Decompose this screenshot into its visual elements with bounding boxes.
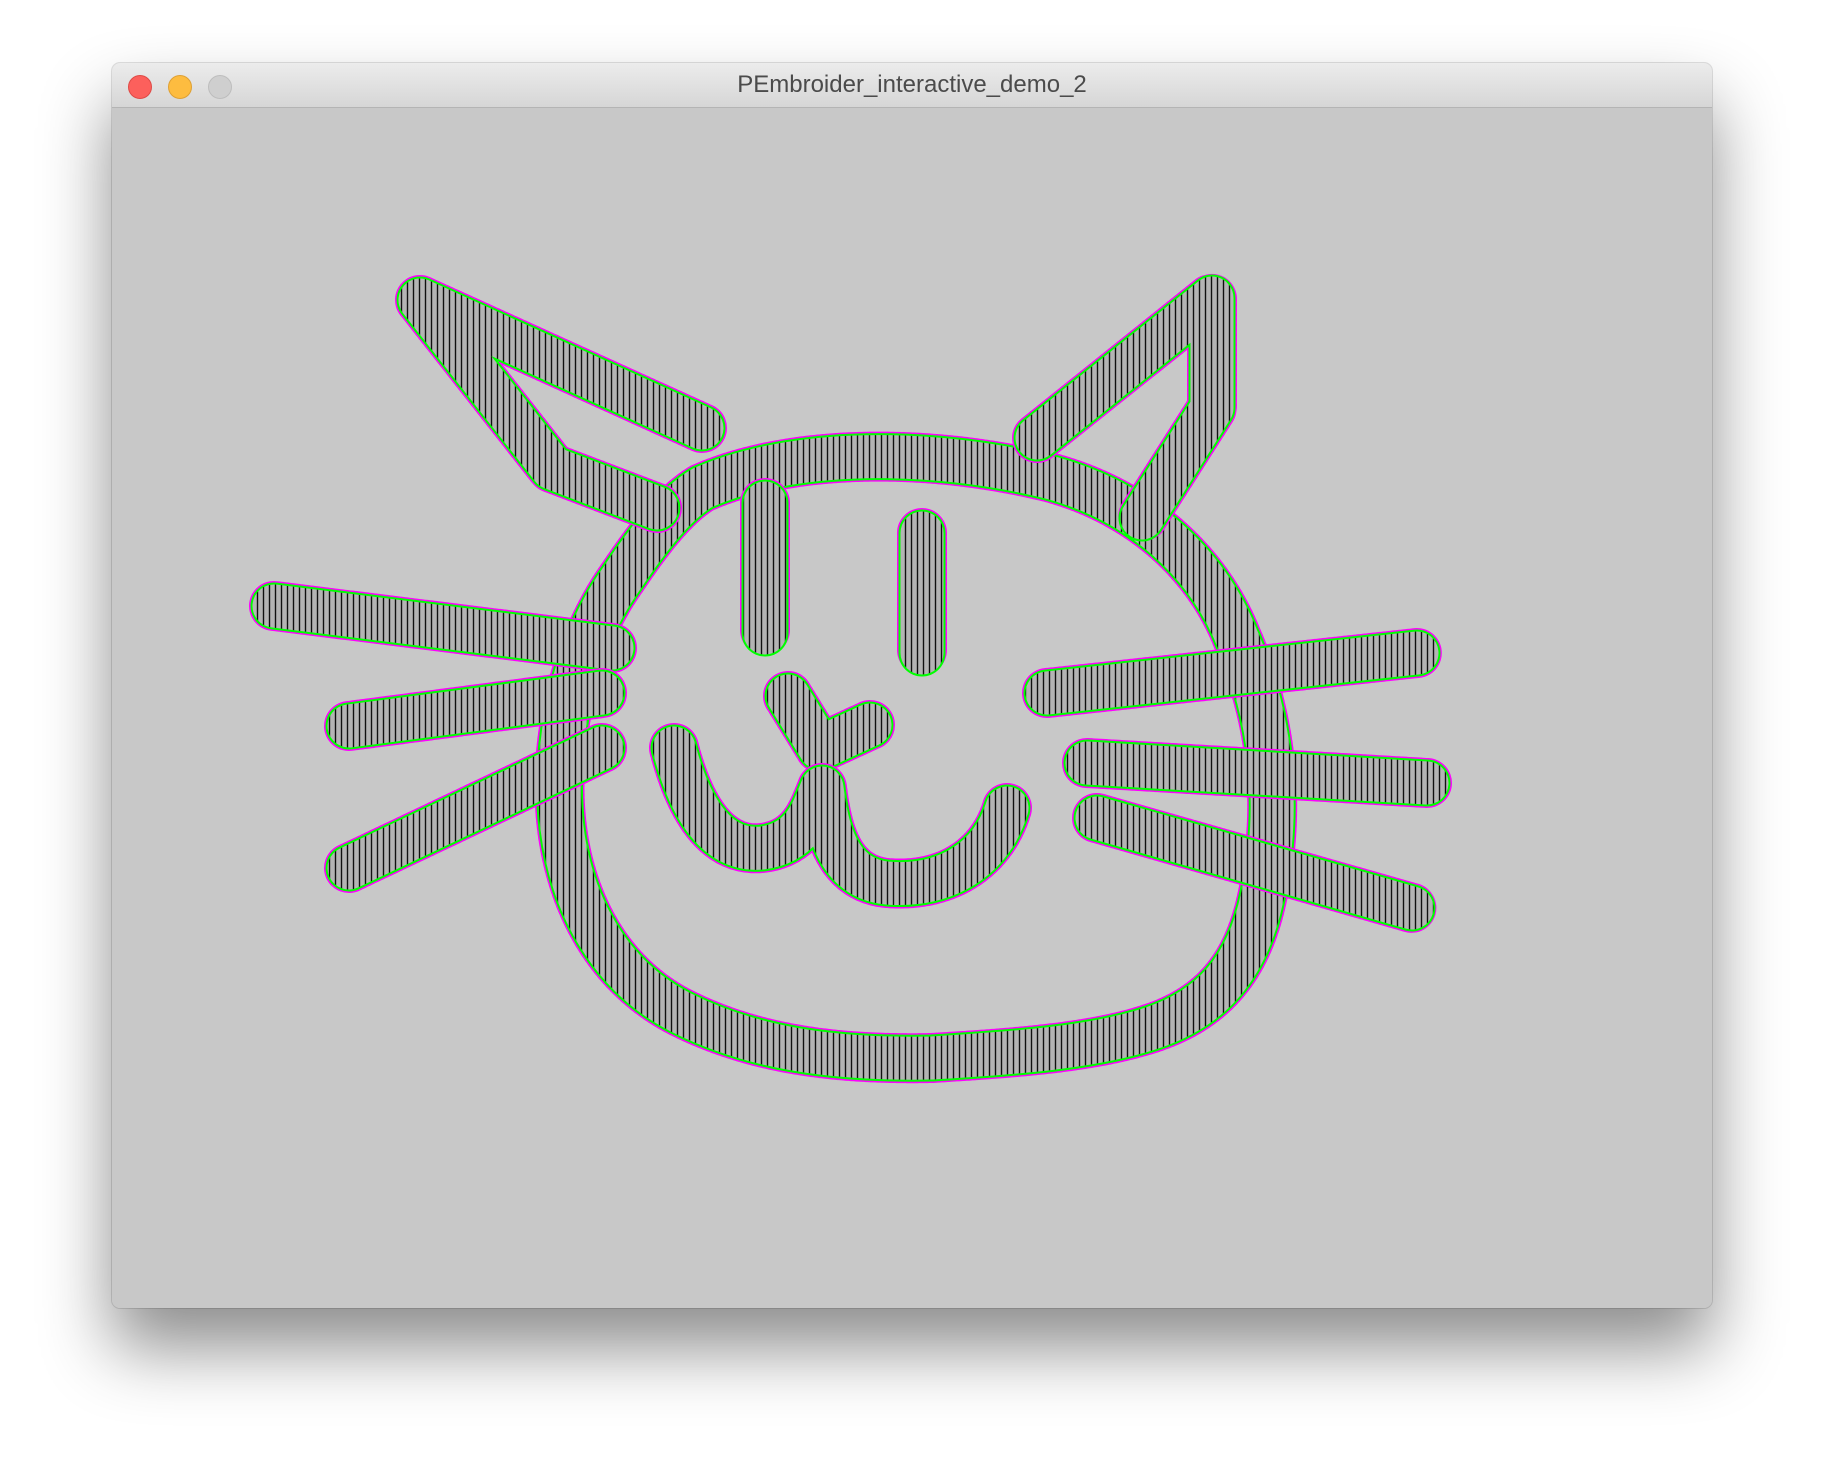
- whisker-right-middle: [1062, 738, 1452, 808]
- drawing-canvas[interactable]: [112, 108, 1712, 1308]
- window-title: PEmbroider_interactive_demo_2: [737, 71, 1087, 98]
- embroidery-drawing: [249, 273, 1452, 1084]
- mouth: [649, 723, 1032, 909]
- app-window: PEmbroider_interactive_demo_2: [112, 63, 1712, 1308]
- whisker-left-top: [249, 581, 637, 673]
- whisker-left-middle: [324, 668, 627, 751]
- left-ear: [395, 275, 727, 533]
- title-bar[interactable]: PEmbroider_interactive_demo_2: [112, 63, 1712, 108]
- whisker-right-top: [1022, 628, 1442, 718]
- nose: [763, 671, 895, 773]
